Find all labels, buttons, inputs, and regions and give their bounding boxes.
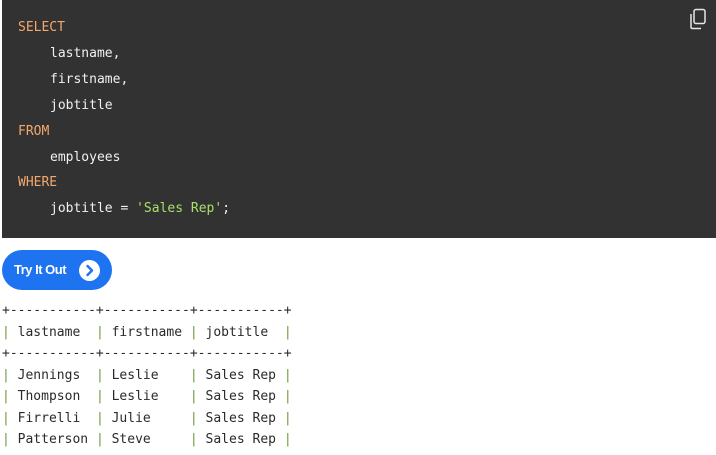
- code-line-jobtitle: jobtitle: [50, 98, 113, 113]
- result-cell: Leslie: [111, 367, 159, 383]
- query-result-table: +-----------+-----------+-----------+ | l…: [2, 300, 302, 451]
- column-header: lastname: [17, 324, 81, 340]
- column-header: jobtitle: [205, 324, 269, 340]
- result-border-top: +-----------+-----------+-----------+: [2, 303, 292, 318]
- code-line-lastname: lastname,: [50, 46, 121, 61]
- result-row: | Jennings | Leslie | Sales Rep |: [2, 367, 292, 383]
- code-line-select: SELECT: [18, 20, 65, 35]
- result-cell: Patterson: [17, 432, 89, 447]
- result-cell: Julie: [111, 410, 151, 426]
- result-row: | Thompson | Leslie | Sales Rep |: [2, 389, 292, 404]
- condition-string: 'Sales Rep': [136, 201, 223, 216]
- condition-semicolon: ;: [222, 201, 231, 216]
- condition-column: jobtitle =: [50, 201, 137, 216]
- result-cell: Firrelli: [17, 410, 81, 426]
- code-block: SELECT lastname, firstname, jobtitle FRO…: [2, 0, 716, 238]
- result-cell: Sales Rep: [205, 410, 276, 426]
- result-cell: Thompson: [17, 389, 81, 404]
- result-row: | Firrelli | Julie | Sales Rep |: [2, 410, 292, 426]
- result-cell: Jennings: [17, 367, 81, 383]
- copy-icon[interactable]: [688, 8, 708, 30]
- result-cell: Sales Rep: [205, 367, 276, 383]
- result-row: | Patterson | Steve | Sales Rep |: [2, 432, 292, 447]
- chevron-right-icon: [79, 260, 100, 281]
- code-line-condition: jobtitle = 'Sales Rep';: [50, 199, 230, 219]
- code-line-where: WHERE: [18, 175, 58, 190]
- code-line-from: FROM: [18, 124, 50, 139]
- result-cell: Leslie: [111, 389, 159, 404]
- result-cell: Sales Rep: [205, 389, 276, 404]
- column-header: firstname: [111, 324, 183, 340]
- try-it-out-label: Try It Out: [14, 262, 67, 277]
- code-line-firstname: firstname,: [50, 72, 129, 87]
- result-header-row: | lastname | firstname | jobtitle |: [2, 324, 292, 340]
- try-it-out-button[interactable]: Try It Out: [2, 250, 112, 290]
- result-cell: Steve: [111, 432, 151, 447]
- result-border-header: +-----------+-----------+-----------+: [2, 346, 292, 361]
- result-cell: Sales Rep: [205, 432, 276, 447]
- code-line-employees: employees: [50, 150, 121, 165]
